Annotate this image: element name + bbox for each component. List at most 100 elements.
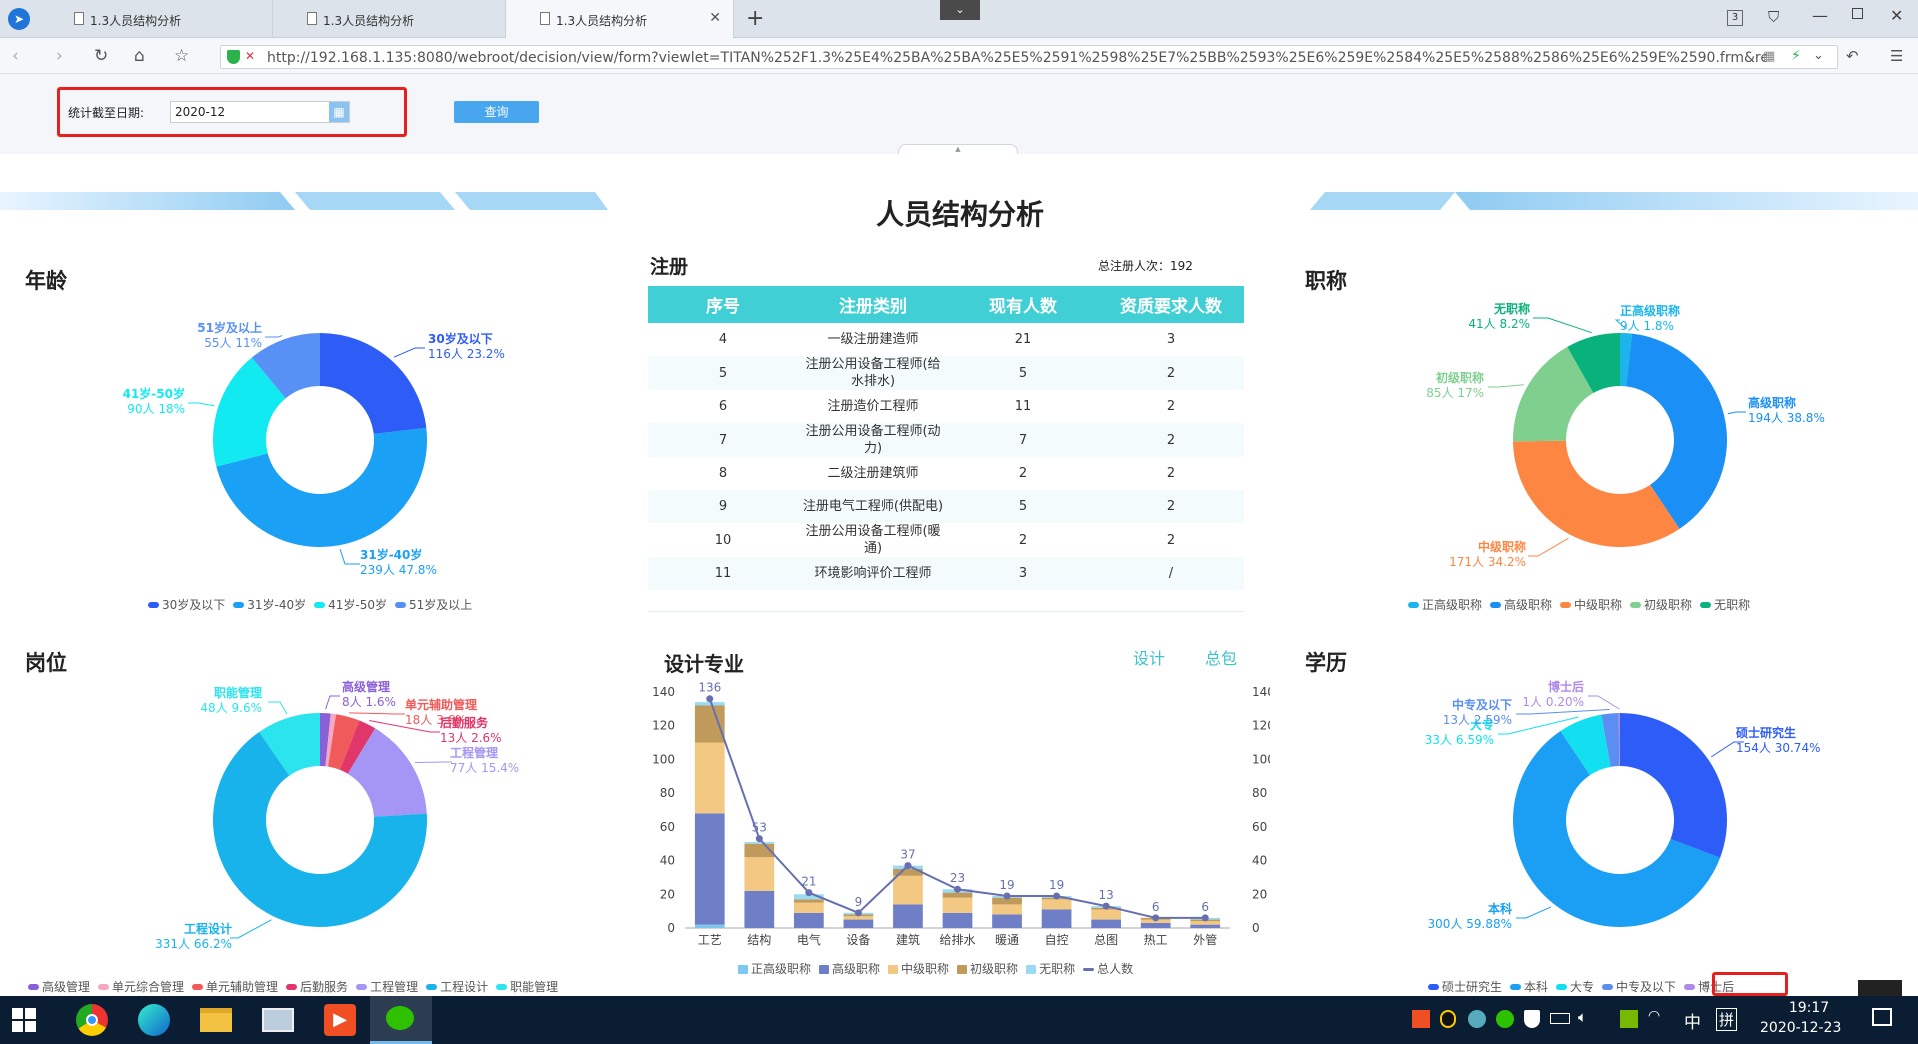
nvidia-tray-icon[interactable] [1620,1010,1638,1028]
clock-time[interactable]: 19:17 [1780,1000,1838,1016]
bar-segment[interactable] [843,919,874,928]
reload-icon[interactable]: ↻ [94,46,108,66]
bar-segment[interactable] [942,897,973,913]
design-link[interactable]: 设计 [1133,645,1165,669]
bar-segment[interactable] [1041,909,1072,928]
file-explorer-icon[interactable] [200,1008,232,1032]
address-dropdown-icon[interactable]: ⌄ [1813,48,1824,63]
bar-segment[interactable] [1190,924,1221,928]
mute-icon[interactable]: ✕ [245,49,255,63]
bar-segment[interactable] [744,857,775,891]
line-point[interactable] [706,695,714,703]
line-point[interactable] [904,862,912,870]
bookmark-star-icon[interactable]: ☆ [174,46,189,66]
registration-table-wrapper[interactable]: 序号 注册类别 现有人数 资质要求人数 4 一级注册建造师 21 3 5 注册公用设备工程… [648,286,1244,612]
bar-segment[interactable] [992,914,1022,928]
bar-segment[interactable] [694,924,725,928]
donut-slice[interactable] [320,333,427,434]
legend-item[interactable]: 31岁-40岁 [225,598,306,612]
table-row[interactable]: 7 注册公用设备工程师(动力) 7 2 [648,423,1244,457]
bar-segment[interactable] [794,912,824,928]
windows-start-icon[interactable] [12,1008,36,1032]
edge-icon[interactable] [138,1004,170,1036]
table-row[interactable]: 4 一级注册建造师 21 3 [648,323,1244,356]
globe-tray-icon[interactable] [1468,1010,1486,1028]
restore-icon[interactable] [1852,8,1863,19]
wechat-icon[interactable] [370,996,432,1044]
bar-segment[interactable] [1091,919,1121,928]
line-point[interactable] [1152,914,1160,922]
bar-segment[interactable] [694,742,725,814]
table-row[interactable]: 11 环境影响评价工程师 3/ [648,557,1244,590]
legend-item[interactable]: 单元综合管理 [90,980,184,994]
table-row[interactable]: 5 注册公用设备工程师(给水排水) 5 2 [648,356,1244,390]
legend-item[interactable]: 工程设计 [418,980,488,994]
legend-item[interactable]: 大专 [1548,980,1594,994]
menu-icon[interactable]: ☰ [1890,46,1903,66]
lightning-icon[interactable]: ⚡ [1791,48,1801,64]
legend-item[interactable]: 高级职称 [811,962,880,976]
line-point[interactable] [1003,892,1011,900]
line-point[interactable] [805,889,813,897]
bar-segment[interactable] [794,902,824,913]
foxit-tray-icon[interactable] [1412,1010,1430,1028]
line-point[interactable] [755,835,763,843]
date-input[interactable]: 2020-12 ▦ [170,101,350,123]
bar-segment[interactable] [942,912,973,928]
bar-segment[interactable] [794,899,824,903]
ime-language[interactable]: 中 [1684,1008,1701,1033]
browser-tab-2[interactable]: 1.3人员结构分析 [273,0,506,38]
legend-item[interactable]: 总人数 [1075,962,1133,976]
minimize-icon[interactable]: — [1812,6,1828,25]
forward-icon[interactable]: › [56,46,63,66]
legend-item[interactable]: 30岁及以下 [140,598,225,612]
scroll-to-top-button[interactable] [1858,980,1902,996]
bar-segment[interactable] [694,813,725,925]
line-point[interactable] [1053,892,1061,900]
legend-item[interactable]: 本科 [1502,980,1548,994]
legend-item[interactable]: 高级管理 [20,980,90,994]
legend-item[interactable]: 中级职称 [1552,598,1622,612]
bar-segment[interactable] [1190,921,1221,925]
bar-segment[interactable] [694,702,725,706]
bar-segment[interactable] [893,875,923,905]
legend-item[interactable]: 单元辅助管理 [184,980,278,994]
table-row[interactable]: 10 注册公用设备工程师(暖通) 2 2 [648,523,1244,557]
bar-segment[interactable] [1041,899,1072,910]
legend-item[interactable]: 正高级职称 [1400,598,1482,612]
legend-item[interactable]: 职能管理 [488,980,558,994]
notification-icon[interactable] [1872,1008,1892,1026]
bar-segment[interactable] [893,904,923,928]
browser-tab-1[interactable]: 1.3人员结构分析 [40,0,273,38]
shield-tray-icon[interactable] [1524,1010,1540,1028]
calendar-icon[interactable]: ▦ [329,102,349,122]
legend-item[interactable]: 工程管理 [348,980,418,994]
bar-segment[interactable] [1140,922,1171,928]
bar-segment[interactable] [992,904,1022,915]
url-text[interactable]: http://192.168.1.135:8080/webroot/decisi… [267,50,1767,66]
legend-item[interactable]: 初级职称 [1622,598,1692,612]
legend-item[interactable]: 初级职称 [949,962,1018,976]
legend-item[interactable]: 中级职称 [880,962,949,976]
line-point[interactable] [954,885,961,893]
back-icon[interactable]: ‹ [12,46,19,66]
legend-item[interactable]: 中专及以下 [1594,980,1676,994]
table-row[interactable]: 8 二级注册建筑师 2 2 [648,457,1244,490]
new-tab-icon[interactable]: + [746,6,764,31]
foxit-icon[interactable]: ▶ [324,1004,356,1036]
bar-segment[interactable] [942,892,973,898]
qq-tray-icon[interactable] [1440,1010,1456,1028]
legend-item[interactable]: 41岁-50岁 [306,598,387,612]
remote-desktop-icon[interactable] [262,1008,294,1032]
donut-slice[interactable] [1620,713,1727,858]
legend-item[interactable]: 硕士研究生 [1420,980,1502,994]
browser-tab-3-active[interactable]: 1.3人员结构分析 ✕ [506,0,734,38]
collapse-handle[interactable]: ▲ [898,144,1018,154]
close-tab-icon[interactable]: ✕ [709,10,721,26]
wechat-tray-icon[interactable] [1496,1010,1514,1028]
home-icon[interactable]: ⌂ [134,46,145,66]
address-bar[interactable]: ✕ http://192.168.1.135:8080/webroot/deci… [220,45,1838,69]
bar-segment[interactable] [843,916,874,920]
donut-slice[interactable] [1513,440,1680,547]
column-header[interactable]: 注册类别 [798,286,948,323]
